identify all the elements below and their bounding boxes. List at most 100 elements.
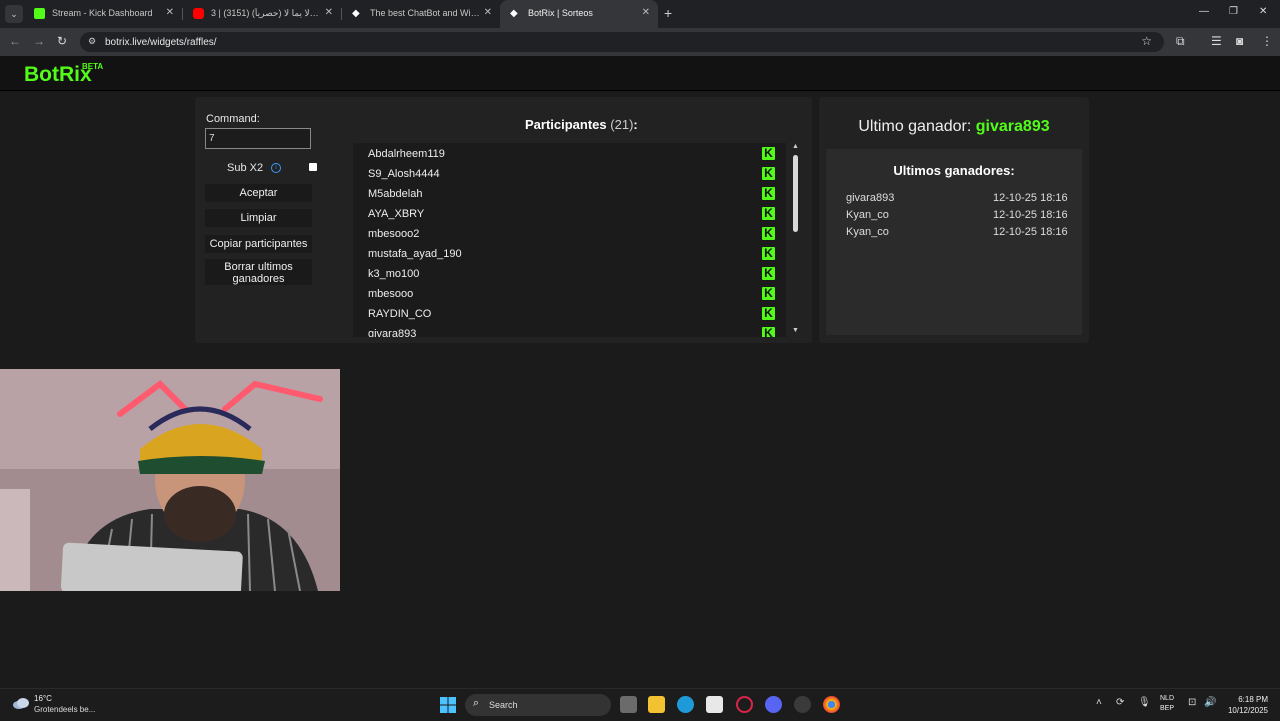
beta-badge: BETA xyxy=(82,62,104,71)
kick-platform-icon: K xyxy=(762,247,775,260)
keyboard-layout: BEP xyxy=(1160,705,1175,712)
new-tab-icon[interactable]: + xyxy=(664,5,672,21)
botrix-favicon-icon: ◆ xyxy=(352,8,360,19)
command-label: Command: xyxy=(206,113,260,125)
taskbar-search[interactable]: ⌕ Search xyxy=(465,694,611,716)
delete-last-winners-button[interactable]: Borrar ultimos ganadores xyxy=(205,259,312,285)
clear-button[interactable]: Limpiar xyxy=(205,209,312,227)
microsoft-store-icon[interactable] xyxy=(706,696,723,713)
system-clock[interactable]: 6:18 PM 10/12/2025 xyxy=(1222,694,1268,716)
kick-platform-icon: K xyxy=(762,267,775,280)
kick-platform-icon: K xyxy=(762,287,775,300)
clock-time: 6:18 PM xyxy=(1238,695,1268,704)
edge-browser-icon[interactable] xyxy=(677,696,694,713)
participant-name: AYA_XBRY xyxy=(368,208,425,220)
browser-tab-strip: ⌄ Stream - Kick Dashboard ✕ 3 | (3151) ا… xyxy=(0,0,1280,28)
tab-botrix-home[interactable]: ◆ The best ChatBot and Widgets ✕ xyxy=(342,0,500,28)
site-info-icon[interactable]: ⚙ xyxy=(88,36,96,47)
subx2-checkbox[interactable] xyxy=(309,163,317,171)
search-placeholder: Search xyxy=(489,700,518,710)
button-label-line: ganadores xyxy=(232,272,285,285)
participant-name: k3_mo100 xyxy=(368,268,420,280)
reading-list-icon[interactable]: ☰ xyxy=(1211,34,1222,48)
subx2-label: Sub X2 xyxy=(227,162,264,174)
windows-start-icon[interactable] xyxy=(440,697,456,713)
last-winner-label: Ultimo ganador: xyxy=(858,118,972,135)
raffle-panel: Command: Sub X2 i Aceptar Limpiar Copiar… xyxy=(195,97,812,343)
forward-icon[interactable]: → xyxy=(33,34,45,48)
browser-toolbar: ← → ↻ ⚙ botrix.live/widgets/raffles/ ☆ ⧉… xyxy=(0,28,1280,56)
kick-platform-icon: K xyxy=(762,207,775,220)
participants-scrollbar[interactable]: ▲ ▼ xyxy=(791,143,801,337)
participants-list[interactable]: Abdalrheem119 K S9_Alosh4444 K M5abdelah… xyxy=(353,143,786,337)
restore-icon[interactable]: ❐ xyxy=(1229,6,1238,17)
close-tab-icon[interactable]: ✕ xyxy=(166,7,174,18)
close-tab-icon[interactable]: ✕ xyxy=(642,7,650,18)
participant-name: mustafa_ayad_190 xyxy=(368,248,462,260)
participants-label: Participantes xyxy=(525,117,607,132)
close-window-icon[interactable]: ✕ xyxy=(1259,6,1267,17)
participant-name: RAYDIN_CO xyxy=(368,308,432,320)
microphone-icon[interactable]: 🎙 xyxy=(1138,697,1151,708)
tab-title: The best ChatBot and Widgets xyxy=(370,8,480,18)
language-indicator[interactable]: NLD BEP xyxy=(1160,694,1174,714)
clock-date: 10/12/2025 xyxy=(1227,706,1268,715)
cloudy-weather-icon[interactable] xyxy=(12,696,30,710)
kick-platform-icon: K xyxy=(762,327,775,337)
last-winner-name: givara893 xyxy=(975,118,1050,135)
discord-icon[interactable] xyxy=(765,696,782,713)
tab-kick-dashboard[interactable]: Stream - Kick Dashboard ✕ xyxy=(24,0,182,28)
youtube-favicon-icon xyxy=(193,8,204,19)
browser-menu-icon[interactable]: ⋮ xyxy=(1261,34,1273,48)
tab-youtube[interactable]: 3 | (3151) المها - لا يما لا (حصرياً) ✕ xyxy=(183,0,341,28)
search-icon: ⌕ xyxy=(473,697,480,709)
kick-favicon-icon xyxy=(34,8,45,19)
opera-gx-icon[interactable] xyxy=(736,696,753,713)
close-tab-icon[interactable]: ✕ xyxy=(484,7,492,18)
copy-participants-button[interactable]: Copiar participantes xyxy=(205,235,312,253)
participant-name: M5abdelah xyxy=(368,188,423,200)
participants-count: (21) xyxy=(610,117,634,132)
app-settings-icon[interactable] xyxy=(794,696,811,713)
tab-search-button[interactable]: ⌄ xyxy=(5,5,23,23)
tab-title: 3 | (3151) المها - لا يما لا (حصرياً) xyxy=(211,8,321,18)
minimize-icon[interactable]: — xyxy=(1199,6,1209,17)
reload-icon[interactable]: ↻ xyxy=(57,34,67,48)
task-view-icon[interactable] xyxy=(620,696,637,713)
tab-botrix-sorteos[interactable]: ◆ BotRix | Sorteos ✕ xyxy=(500,0,658,28)
back-icon[interactable]: ← xyxy=(9,34,21,48)
winner-date: 12-10-25 18:16 xyxy=(993,209,1068,221)
participant-name: mbesooo2 xyxy=(368,228,420,240)
command-input[interactable] xyxy=(205,128,311,149)
profile-icon[interactable]: ◙ xyxy=(1236,34,1243,48)
winner-date: 12-10-25 18:16 xyxy=(993,226,1068,238)
scroll-up-icon[interactable]: ▲ xyxy=(792,143,799,150)
webcam-feed-image xyxy=(0,369,340,591)
last-winners-box: Ultimos ganadores: givara893 12-10-25 18… xyxy=(826,149,1082,335)
file-explorer-icon[interactable] xyxy=(648,696,665,713)
show-hidden-icons-chevron-icon[interactable]: ˄ xyxy=(1096,697,1102,708)
close-tab-icon[interactable]: ✕ xyxy=(325,7,333,18)
last-winner-heading: Ultimo ganador: givara893 xyxy=(819,118,1089,136)
language-code: NLD xyxy=(1160,695,1175,702)
participants-colon: : xyxy=(633,117,638,132)
bookmark-star-icon[interactable]: ☆ xyxy=(1141,34,1152,48)
info-icon[interactable]: i xyxy=(271,163,281,173)
tab-title: Stream - Kick Dashboard xyxy=(52,8,153,18)
participants-heading: Participantes (21): xyxy=(525,117,638,132)
chrome-icon[interactable] xyxy=(823,696,840,713)
kick-platform-icon: K xyxy=(762,307,775,320)
accept-button[interactable]: Aceptar xyxy=(205,184,312,202)
address-bar[interactable]: ⚙ botrix.live/widgets/raffles/ ☆ xyxy=(80,32,1164,52)
windows-taskbar: 16°C Grotendeels be... ⌕ Search ˄ ⟳ 🎙 NL… xyxy=(0,688,1280,721)
weather-description[interactable]: Grotendeels be... xyxy=(34,705,95,714)
weather-temperature[interactable]: 16°C xyxy=(34,694,52,703)
scroll-thumb[interactable] xyxy=(793,155,798,232)
address-url[interactable]: botrix.live/widgets/raffles/ xyxy=(105,37,217,48)
network-icon[interactable]: ⊡ xyxy=(1188,697,1196,708)
volume-icon[interactable]: 🔊 xyxy=(1204,697,1216,708)
button-label-line: Borrar ultimos xyxy=(224,260,293,273)
sync-icon[interactable]: ⟳ xyxy=(1116,697,1124,708)
scroll-down-icon[interactable]: ▼ xyxy=(792,327,799,334)
extensions-icon[interactable]: ⧉ xyxy=(1176,34,1185,49)
